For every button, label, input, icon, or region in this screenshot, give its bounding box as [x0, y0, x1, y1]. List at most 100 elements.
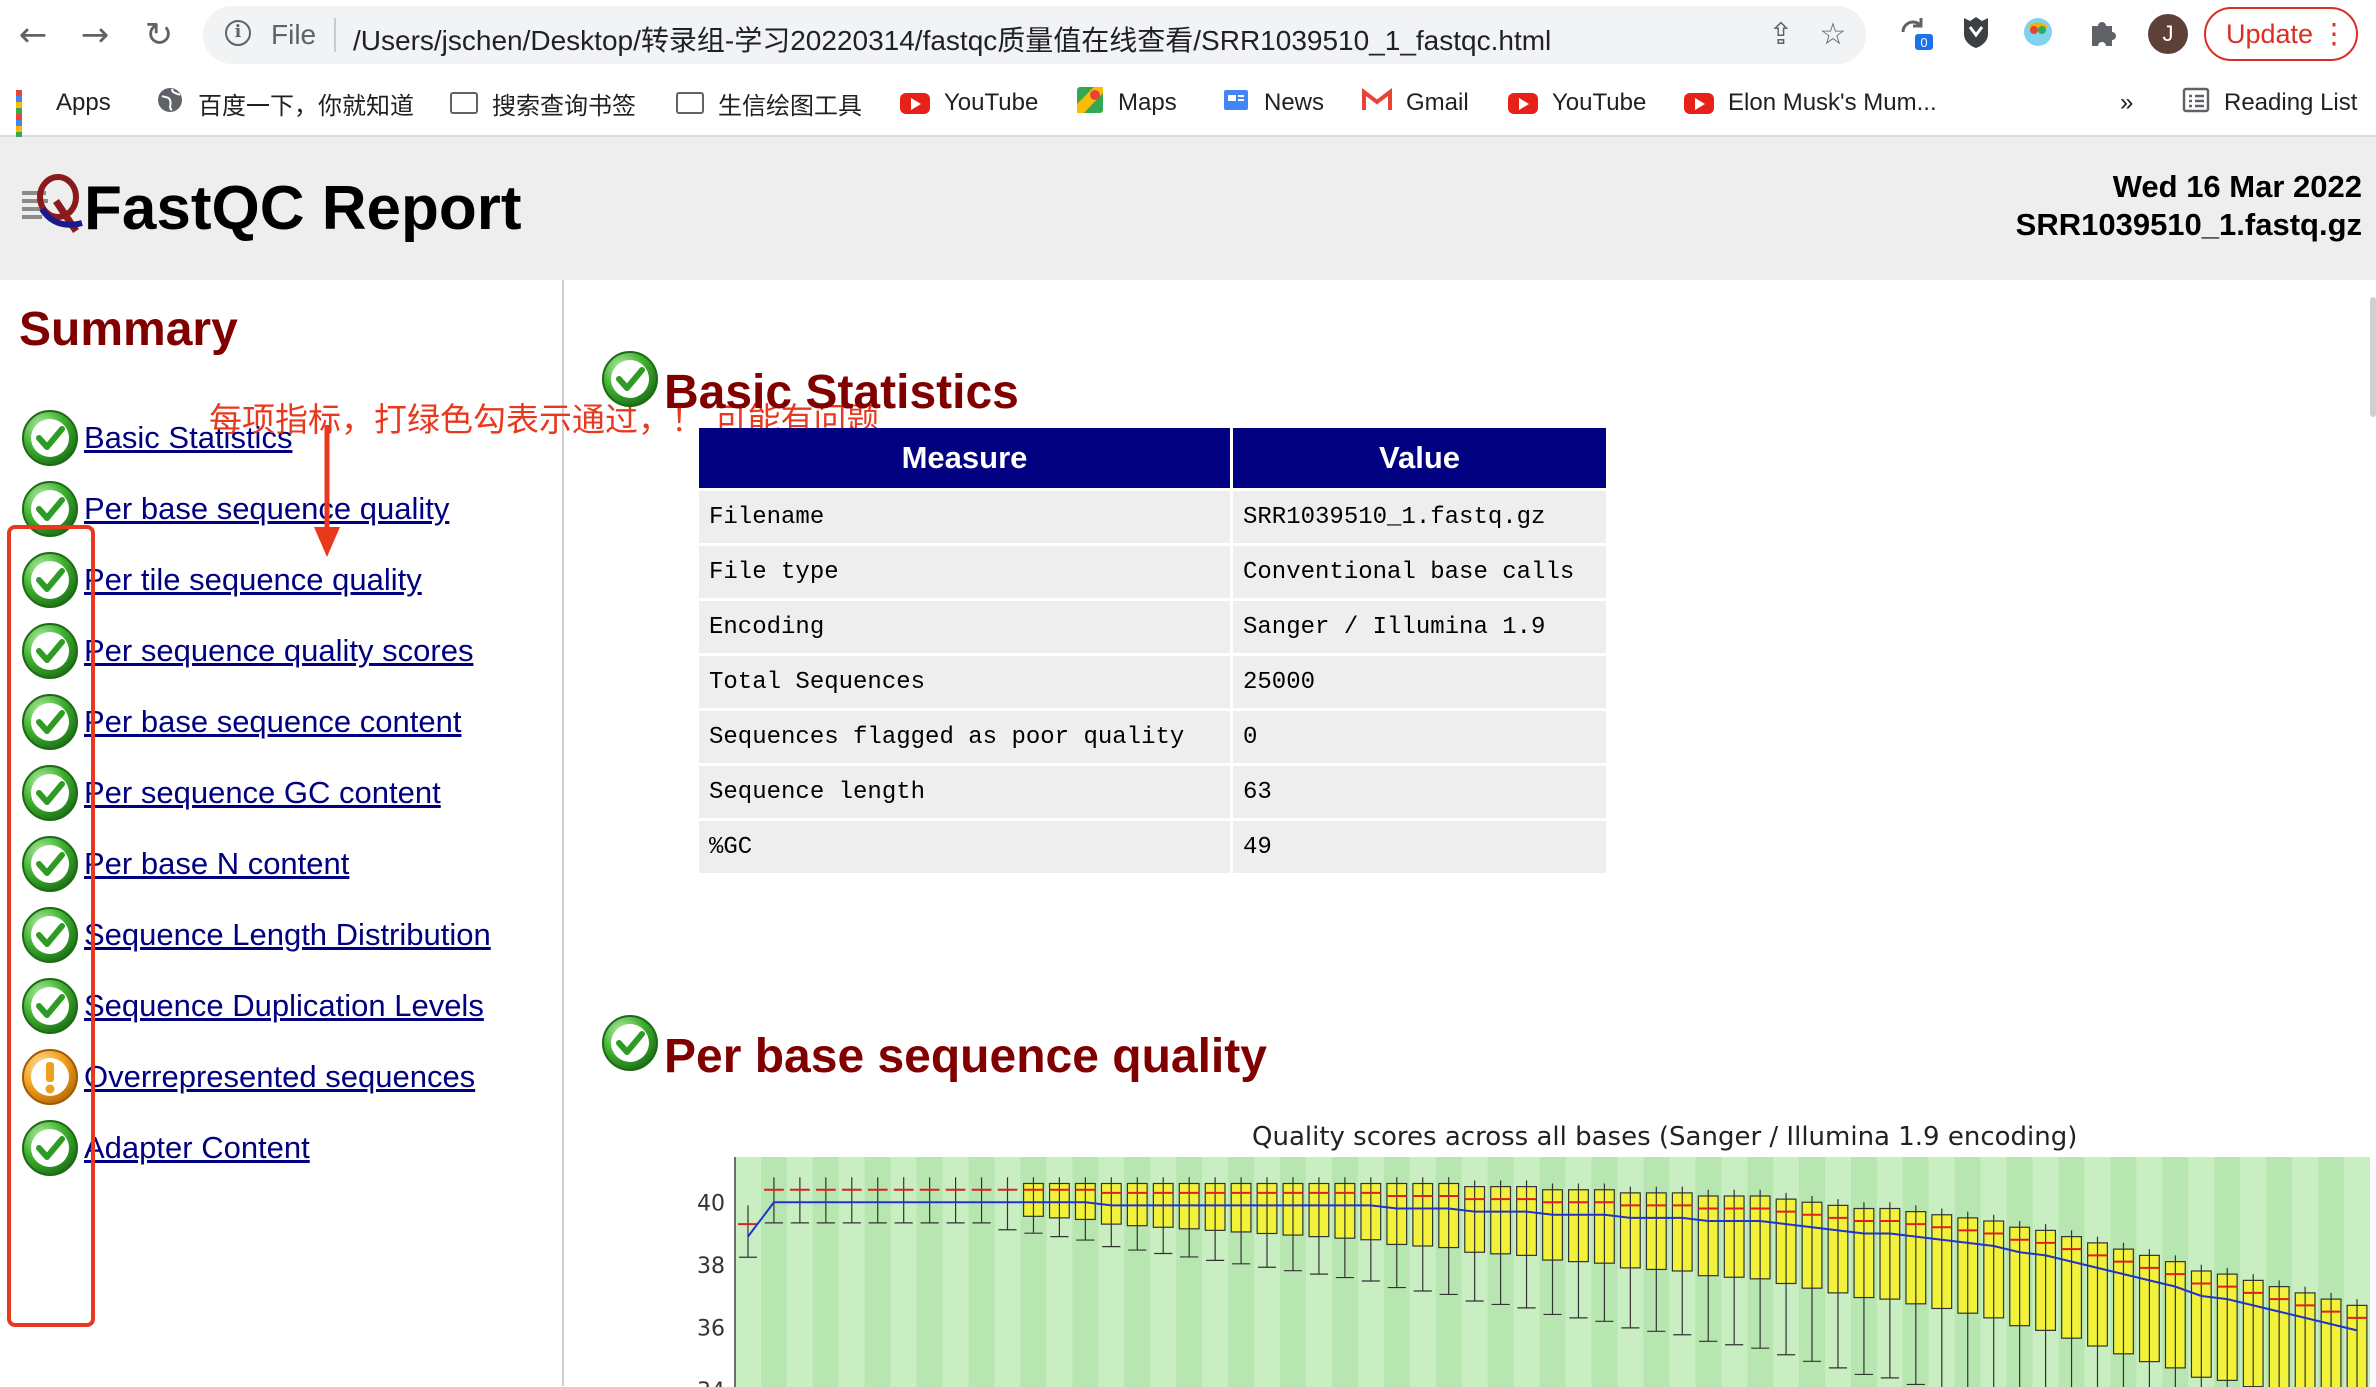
back-icon[interactable]: ←: [10, 12, 56, 58]
bookmark-apps[interactable]: Apps: [16, 83, 111, 144]
bookmarks-overflow[interactable]: »: [2120, 83, 2133, 123]
module-item[interactable]: Per sequence GC content: [20, 763, 560, 834]
module-link[interactable]: Per base N content: [84, 846, 349, 882]
module-link[interactable]: Per sequence quality scores: [84, 633, 473, 669]
column-header: Measure: [699, 428, 1230, 488]
module-link[interactable]: Per tile sequence quality: [84, 562, 422, 598]
url-text[interactable]: /Users/jschen/Desktop/转录组-学习20220314/fas…: [353, 19, 1551, 59]
module-list: Basic Statistics Per base sequence qualit…: [20, 408, 560, 1189]
youtube-icon: [1508, 92, 1538, 114]
measure-cell: Sequences flagged as poor quality: [699, 711, 1230, 763]
bookmark-label: Apps: [56, 89, 111, 116]
bookmark-star-icon[interactable]: ☆: [1816, 18, 1850, 52]
bookmark-label: Maps: [1118, 89, 1177, 116]
module-item[interactable]: Per sequence quality scores: [20, 621, 560, 692]
table-row: Encoding Sanger / Illumina 1.9: [699, 601, 1606, 653]
scrollbar-thumb[interactable]: [2370, 297, 2376, 417]
bookmark-gmail[interactable]: Gmail: [1362, 83, 1469, 123]
youtube-icon: [900, 92, 930, 114]
youtube-icon: [1684, 92, 1714, 114]
update-label: Update: [2226, 19, 2314, 49]
module-item[interactable]: Per base N content: [20, 834, 560, 905]
reading-list[interactable]: Reading List: [2182, 83, 2357, 123]
module-item[interactable]: Adapter Content: [20, 1118, 560, 1189]
module-link[interactable]: Per base sequence content: [84, 704, 461, 740]
value-cell: Sanger / Illumina 1.9: [1233, 601, 1606, 653]
colorful-extension-icon[interactable]: [2016, 10, 2060, 54]
module-link[interactable]: Sequence Length Distribution: [84, 917, 491, 953]
bookmark-maps[interactable]: Maps: [1076, 83, 1177, 123]
bg-band: [735, 1157, 761, 1387]
module-link[interactable]: Overrepresented sequences: [84, 1059, 475, 1095]
bookmark-label: News: [1264, 89, 1325, 116]
bookmark-label: 百度一下，你就知道: [198, 92, 414, 120]
measure-cell: Sequence length: [699, 766, 1230, 818]
bookmark-elon[interactable]: Elon Musk's Mum...: [1684, 83, 1937, 123]
value-cell: Conventional base calls: [1233, 546, 1606, 598]
menu-kebab-icon[interactable]: ⋮: [2320, 9, 2348, 59]
bookmark-label: YouTube: [1552, 89, 1647, 116]
bookmark-label: YouTube: [944, 89, 1039, 116]
module-item[interactable]: Per base sequence quality: [20, 479, 560, 550]
value-cell: 0: [1233, 711, 1606, 763]
y-tick-label: 38: [697, 1254, 725, 1279]
module-item[interactable]: Sequence Length Distribution: [20, 905, 560, 976]
apps-grid-icon: [16, 90, 42, 144]
divider: [334, 18, 336, 52]
value-cell: SRR1039510_1.fastq.gz: [1233, 491, 1606, 543]
module-item[interactable]: Overrepresented sequences: [20, 1047, 560, 1118]
module-link[interactable]: Sequence Duplication Levels: [84, 988, 484, 1024]
module-item[interactable]: Sequence Duplication Levels: [20, 976, 560, 1047]
share-icon[interactable]: ⇪: [1764, 18, 1798, 52]
shield-extension-icon[interactable]: [1954, 10, 1998, 54]
extension-badge: 0: [1920, 35, 1927, 50]
sync-extension-icon[interactable]: 0: [1893, 10, 1937, 54]
bookmark-youtube-2[interactable]: YouTube: [1508, 83, 1646, 123]
y-tick-label: 36: [697, 1316, 725, 1341]
gmail-icon: [1362, 87, 1392, 119]
pass-check-icon: [20, 408, 80, 468]
measure-cell: Encoding: [699, 601, 1230, 653]
news-icon: [1222, 86, 1250, 121]
value-cell: 49: [1233, 821, 1606, 873]
table-row: Filename SRR1039510_1.fastq.gz: [699, 491, 1606, 543]
bookmark-label: 生信绘图工具: [718, 92, 862, 120]
table-row: %GC 49: [699, 821, 1606, 873]
extensions-puzzle-icon[interactable]: [2080, 10, 2124, 54]
profile-avatar[interactable]: J: [2148, 14, 2188, 54]
module-item[interactable]: Per base sequence content: [20, 692, 560, 763]
section-title: Per base sequence quality: [664, 1030, 1267, 1083]
bookmark-label: Elon Musk's Mum...: [1728, 89, 1937, 116]
bookmark-baidu[interactable]: 百度一下，你就知道: [156, 83, 414, 123]
info-icon[interactable]: i: [225, 20, 251, 46]
table-row: Sequence length 63: [699, 766, 1606, 818]
bookmark-news[interactable]: News: [1222, 83, 1324, 123]
section-title: Basic Statistics: [664, 366, 1019, 419]
value-cell: 25000: [1233, 656, 1606, 708]
module-link[interactable]: Adapter Content: [84, 1130, 310, 1166]
column-header: Value: [1233, 428, 1606, 488]
browser-toolbar: ← → ↻ i File /Users/jschen/Desktop/转录组-学…: [0, 0, 2376, 73]
report-header: FastQC Report Wed 16 Mar 2022 SRR1039510…: [0, 137, 2376, 280]
address-bar[interactable]: i File /Users/jschen/Desktop/转录组-学习20220…: [203, 6, 1866, 64]
folder-icon: [676, 92, 704, 114]
value-cell: 63: [1233, 766, 1606, 818]
bookmark-youtube[interactable]: YouTube: [900, 83, 1038, 123]
bookmark-folder-tools[interactable]: 生信绘图工具: [676, 83, 862, 123]
annotation-arrow-icon: [314, 425, 340, 557]
basic-statistics-header: Basic Statistics: [600, 349, 1019, 417]
measure-cell: %GC: [699, 821, 1230, 873]
forward-icon[interactable]: →: [72, 12, 118, 58]
page-content: FastQC Report Wed 16 Mar 2022 SRR1039510…: [0, 137, 2376, 1387]
module-link[interactable]: Per base sequence quality: [84, 491, 449, 527]
module-link[interactable]: Per sequence GC content: [84, 775, 441, 811]
measure-cell: Total Sequences: [699, 656, 1230, 708]
pass-check-icon: [600, 1013, 660, 1073]
module-item[interactable]: Per tile sequence quality: [20, 550, 560, 621]
update-button[interactable]: Update ⋮: [2204, 7, 2358, 61]
annotation-highlight-box: [7, 525, 95, 1327]
bookmark-folder-search[interactable]: 搜索查询书签: [450, 83, 636, 123]
table-header-row: Measure Value: [699, 428, 1606, 488]
bookmark-label: 搜索查询书签: [492, 92, 636, 120]
reload-icon[interactable]: ↻: [136, 12, 182, 58]
